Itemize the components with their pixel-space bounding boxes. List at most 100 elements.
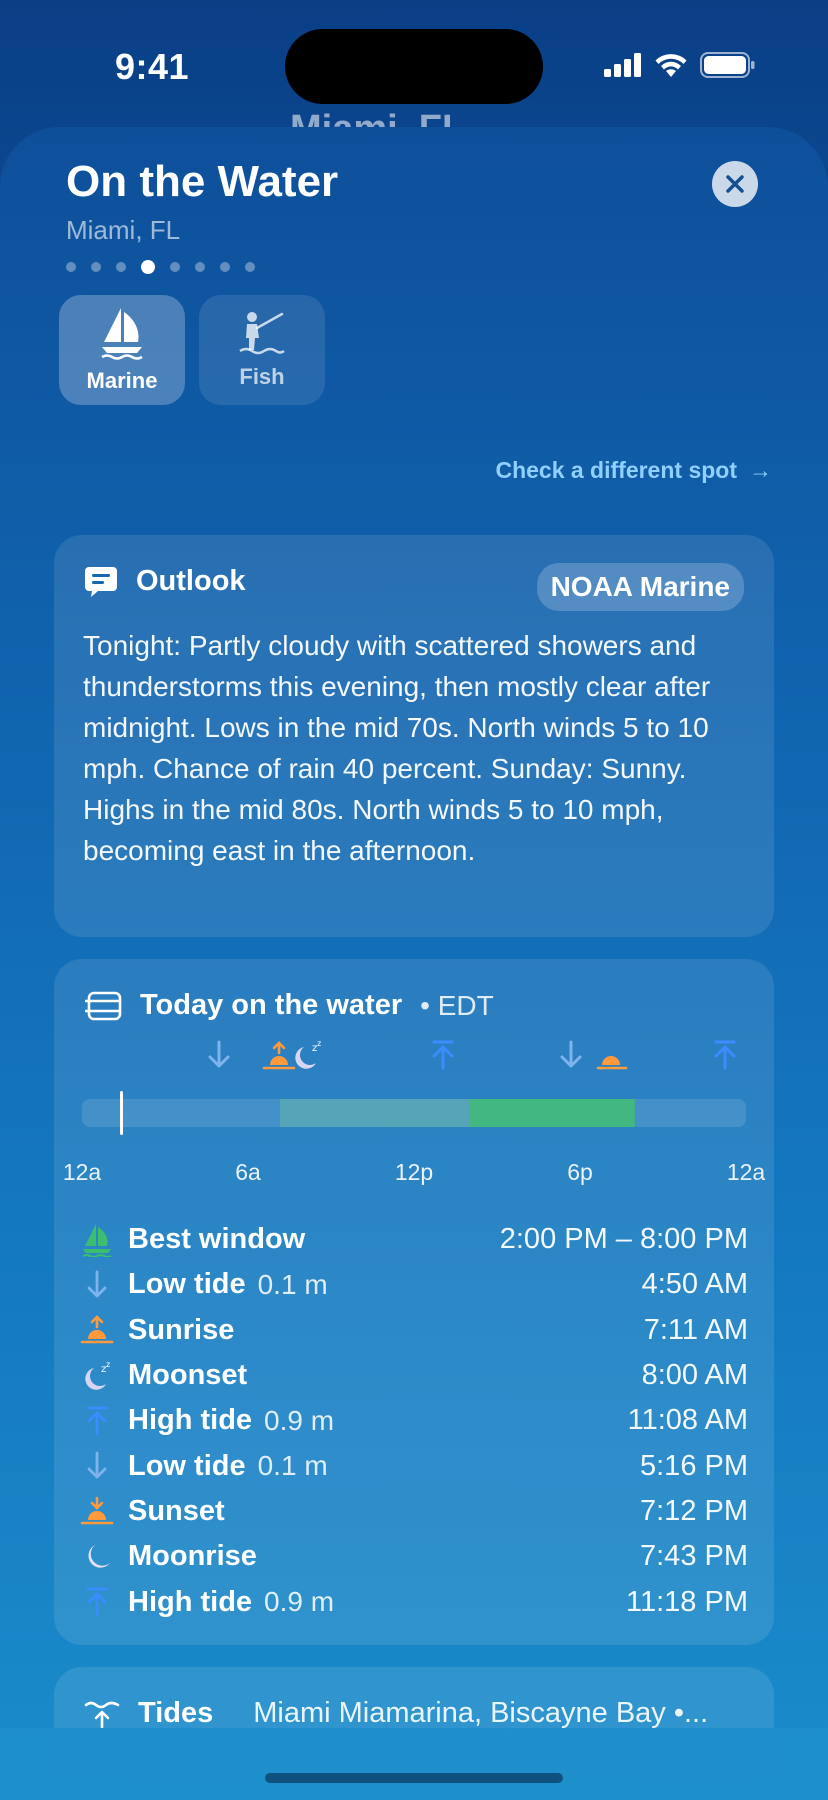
page-dot[interactable] xyxy=(116,262,126,272)
close-button[interactable] xyxy=(712,161,758,207)
today-on-the-water-card: Today on the water • EDT z z 12a 6a 12p … xyxy=(54,959,774,1645)
status-bar: 9:41 xyxy=(0,0,828,120)
sheet-subtitle: Miami, FL xyxy=(66,215,181,245)
bottom-fade xyxy=(0,1728,828,1800)
battery-icon xyxy=(700,52,755,78)
tides-header: Tides Miami Miamarina, Biscayne Bay •... xyxy=(84,1697,708,1730)
tides-title: Tides xyxy=(138,1697,214,1729)
check-different-spot-link[interactable]: Check a different spot → xyxy=(495,457,772,484)
event-row-low-tide: Low tide 0.1 m 5:16 PM xyxy=(80,1443,748,1488)
event-name: Low tide xyxy=(128,1268,246,1301)
best-window-segment xyxy=(469,1099,635,1127)
outlook-header: Outlook xyxy=(84,565,246,598)
page-dot[interactable] xyxy=(66,262,76,272)
event-name: Moonset xyxy=(128,1359,248,1392)
page-dot[interactable] xyxy=(91,262,101,272)
event-name: Sunrise xyxy=(128,1313,235,1346)
event-name: Low tide xyxy=(128,1449,246,1482)
timezone-label: • EDT xyxy=(420,989,494,1021)
event-name: High tide xyxy=(128,1404,253,1437)
event-row-high-tide: High tide 0.9 m 11:08 AM xyxy=(80,1398,748,1443)
low-tide-icon xyxy=(80,1449,114,1483)
high-tide-icon xyxy=(432,1040,454,1070)
sunset-icon xyxy=(80,1494,114,1528)
timeline-tick-label: 12a xyxy=(62,1159,102,1185)
event-row-best-window: Best window 2:00 PM – 8:00 PM xyxy=(80,1217,748,1262)
event-name: Best window xyxy=(128,1223,306,1256)
event-time: 4:50 AM xyxy=(641,1268,748,1301)
event-row-moonrise: Moonrise 7:43 PM xyxy=(80,1534,748,1579)
page-dot[interactable] xyxy=(195,262,205,272)
event-row-sunrise: Sunrise 7:11 AM xyxy=(80,1308,748,1353)
event-value: 0.9 m xyxy=(264,1586,335,1618)
outlook-card: Outlook NOAA Marine Tonight: Partly clou… xyxy=(54,535,774,937)
status-icons xyxy=(604,52,756,78)
moonset-icon: z z xyxy=(295,1039,321,1069)
event-name: Sunset xyxy=(128,1494,225,1527)
moonrise-icon xyxy=(80,1540,114,1574)
water-waves-icon xyxy=(84,1701,120,1728)
sunrise-icon xyxy=(80,1313,114,1347)
fish-mode-button[interactable]: Fish xyxy=(199,295,325,405)
event-time: 11:18 PM xyxy=(626,1585,748,1618)
timeline-icon xyxy=(85,991,122,1020)
sailboat-icon xyxy=(101,308,143,360)
events-list: Best window 2:00 PM – 8:00 PM Low tide 0… xyxy=(80,1217,748,1625)
dynamic-island xyxy=(285,29,543,104)
svg-text:z: z xyxy=(106,1360,110,1369)
on-the-water-sheet: On the Water Miami, FL Marine Fish Check… xyxy=(0,127,828,1800)
day-timeline[interactable]: z z 12a 6a 12p 6p 12a xyxy=(54,1039,774,1185)
timeline-tick-label: 12a xyxy=(726,1159,766,1185)
outlook-title: Outlook xyxy=(136,565,246,597)
marine-mode-button[interactable]: Marine xyxy=(59,295,185,405)
event-value: 0.1 m xyxy=(257,1450,328,1482)
high-tide-icon xyxy=(714,1040,736,1070)
timeline-track xyxy=(82,1099,746,1127)
low-tide-icon xyxy=(560,1040,582,1068)
low-tide-icon xyxy=(208,1040,230,1068)
moonset-icon: zz xyxy=(80,1359,114,1393)
high-tide-icon xyxy=(80,1404,114,1438)
event-time: 8:00 AM xyxy=(641,1359,748,1392)
event-time: 7:43 PM xyxy=(640,1540,748,1573)
page-indicator[interactable] xyxy=(66,260,255,274)
sheet-title: On the Water xyxy=(66,157,339,206)
page-dot-active[interactable] xyxy=(141,260,155,274)
home-indicator[interactable] xyxy=(265,1773,563,1783)
message-bubble-icon xyxy=(85,566,117,597)
event-row-low-tide: Low tide 0.1 m 4:50 AM xyxy=(80,1262,748,1307)
page-dot[interactable] xyxy=(245,262,255,272)
sailboat-icon xyxy=(80,1223,114,1257)
timeline-tick-label: 12p xyxy=(394,1159,434,1185)
event-value: 0.1 m xyxy=(257,1268,328,1300)
moonrise-icon xyxy=(623,1045,644,1067)
status-time: 9:41 xyxy=(115,46,190,87)
event-time: 7:12 PM xyxy=(640,1494,748,1527)
event-value: 0.9 m xyxy=(264,1404,335,1436)
event-time: 7:11 AM xyxy=(643,1313,748,1346)
today-header: Today on the water • EDT xyxy=(84,989,494,1022)
page-dot[interactable] xyxy=(220,262,230,272)
source-badge[interactable]: NOAA Marine xyxy=(536,563,744,611)
event-row-sunset: Sunset 7:12 PM xyxy=(80,1489,748,1534)
timeline-tick-label: 6p xyxy=(567,1159,593,1185)
marine-mode-label: Marine xyxy=(86,368,158,393)
fishing-icon xyxy=(239,312,285,355)
arrow-right-icon: → xyxy=(749,457,772,483)
event-name: Moonrise xyxy=(128,1540,257,1573)
svg-text:z: z xyxy=(317,1039,321,1048)
low-tide-icon xyxy=(80,1268,114,1302)
check-link-label: Check a different spot xyxy=(495,457,737,483)
page-dot[interactable] xyxy=(170,262,180,272)
high-tide-icon xyxy=(80,1585,114,1619)
event-row-moonset: zz Moonset 8:00 AM xyxy=(80,1353,748,1398)
fish-mode-label: Fish xyxy=(239,364,285,389)
cellular-signal-icon xyxy=(604,53,641,77)
tides-station-location: Miami Miamarina, Biscayne Bay •... xyxy=(253,1697,709,1729)
event-row-high-tide: High tide 0.9 m 11:18 PM xyxy=(80,1579,748,1624)
close-icon xyxy=(726,175,744,193)
current-time-marker xyxy=(120,1091,123,1135)
event-time: 11:08 AM xyxy=(627,1404,748,1437)
wifi-icon xyxy=(655,53,687,77)
today-title: Today on the water xyxy=(140,989,403,1021)
